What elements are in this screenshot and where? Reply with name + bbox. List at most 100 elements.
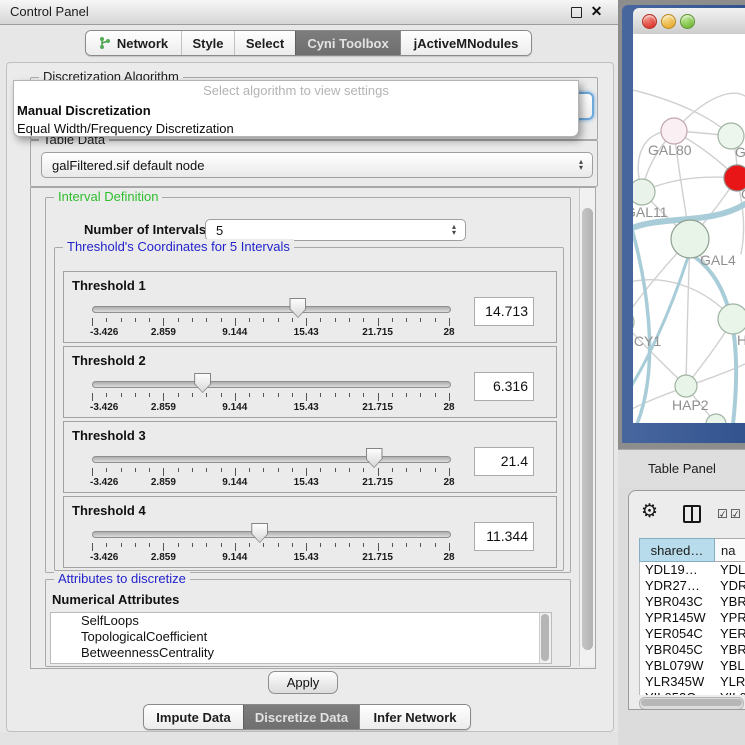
- control-panel-titlebar[interactable]: Control Panel ✕: [0, 0, 618, 25]
- threshold-value-field[interactable]: 21.4: [474, 447, 534, 476]
- tick-label: 2.859: [151, 477, 176, 488]
- tick-mark: [278, 318, 279, 322]
- minimize-traffic-light-icon[interactable]: [661, 14, 676, 29]
- table-row[interactable]: YIL052CYIL0: [640, 690, 745, 695]
- scrollbar-thumb[interactable]: [582, 208, 593, 650]
- tick-mark: [121, 393, 122, 397]
- scrollbar-thumb[interactable]: [641, 699, 742, 706]
- cell-name[interactable]: YER0: [714, 626, 745, 642]
- tick-mark: [306, 318, 307, 326]
- popup-item-manual-discretization[interactable]: Manual Discretization: [14, 102, 578, 120]
- tab-style[interactable]: Style: [181, 31, 234, 55]
- control-panel-window: Control Panel ✕ Network Style Select Cyn…: [0, 0, 618, 732]
- network-node[interactable]: [675, 375, 697, 397]
- tick-mark: [121, 468, 122, 472]
- network-node[interactable]: [661, 118, 687, 144]
- cell-shared-name[interactable]: YBR043C: [640, 594, 714, 610]
- split-columns-icon[interactable]: [683, 505, 701, 523]
- cell-name[interactable]: YDR2: [714, 578, 745, 594]
- vertical-scrollbar[interactable]: [579, 188, 595, 666]
- tab-discretize-data[interactable]: Discretize Data: [243, 705, 359, 729]
- table-row[interactable]: YDR27…YDR2: [640, 578, 745, 594]
- tick-mark: [121, 543, 122, 547]
- tab-cyni-toolbox[interactable]: Cyni Toolbox: [295, 31, 400, 55]
- cell-shared-name[interactable]: YIL052C: [640, 690, 714, 695]
- column-header-shared-name[interactable]: shared…: [639, 538, 715, 562]
- tab-select[interactable]: Select: [234, 31, 295, 55]
- cell-shared-name[interactable]: YDL19…: [640, 562, 714, 578]
- network-node[interactable]: [718, 304, 745, 334]
- tab-network[interactable]: Network: [86, 31, 181, 55]
- network-edge[interactable]: [633, 206, 650, 423]
- threshold-value-field[interactable]: 6.316: [474, 372, 534, 401]
- threshold-value-field[interactable]: 14.713: [474, 297, 534, 326]
- slider-track[interactable]: [92, 381, 451, 388]
- tick-label: 28: [443, 327, 454, 338]
- slider-track[interactable]: [92, 456, 451, 463]
- threshold-label: Threshold 1: [72, 278, 146, 293]
- checkbox-icon[interactable]: ☑: [717, 507, 728, 521]
- checkbox-icon[interactable]: ☑: [730, 507, 741, 521]
- cell-shared-name[interactable]: YER054C: [640, 626, 714, 642]
- zoom-traffic-light-icon[interactable]: [680, 14, 695, 29]
- table-row[interactable]: YBL079WYBL0: [640, 658, 745, 674]
- network-node[interactable]: [633, 310, 634, 334]
- tab-infer-network[interactable]: Infer Network: [359, 705, 470, 729]
- cell-name[interactable]: YPR1: [714, 610, 745, 626]
- tab-jactivemnodules[interactable]: jActiveMNodules: [400, 31, 531, 55]
- slider-handle[interactable]: [366, 448, 383, 468]
- table-row[interactable]: YBR043CYBR0: [640, 594, 745, 610]
- network-node[interactable]: [633, 179, 655, 205]
- horizontal-scrollbar[interactable]: [639, 697, 744, 710]
- table-panel-titlebar[interactable]: Table Panel: [618, 449, 745, 488]
- float-window-icon[interactable]: [571, 7, 582, 18]
- threshold-value-field[interactable]: 11.344: [474, 522, 534, 551]
- table-data-combobox[interactable]: galFiltered.sif default node ▴▾: [41, 152, 593, 178]
- cell-name[interactable]: YIL0: [714, 690, 745, 695]
- tick-mark: [235, 393, 236, 401]
- column-header-name[interactable]: na: [715, 538, 745, 562]
- table-row[interactable]: YBR045CYBR0: [640, 642, 745, 658]
- network-window-titlebar[interactable]: [633, 8, 745, 35]
- list-item[interactable]: BetweennessCentrality: [51, 645, 551, 661]
- close-traffic-light-icon[interactable]: [642, 14, 657, 29]
- apply-button[interactable]: Apply: [268, 671, 338, 694]
- network-canvas[interactable]: GAL80GACGAL11GAL4GCY1HHAP2: [633, 34, 745, 423]
- tick-mark: [320, 318, 321, 322]
- slider-handle[interactable]: [289, 298, 306, 318]
- table-row[interactable]: YER054CYER0: [640, 626, 745, 642]
- num-intervals-combobox[interactable]: 5 ▴▾: [205, 219, 466, 241]
- close-window-icon[interactable]: ✕: [589, 4, 604, 19]
- list-item[interactable]: SelfLoops: [51, 613, 551, 629]
- network-node-label: H: [737, 332, 745, 348]
- tick-mark: [263, 318, 264, 322]
- cell-shared-name[interactable]: YDR27…: [640, 578, 714, 594]
- tick-label: 28: [443, 477, 454, 488]
- cell-shared-name[interactable]: YLR345W: [640, 674, 714, 690]
- cell-name[interactable]: YLR3: [714, 674, 745, 690]
- slider-handle[interactable]: [251, 523, 268, 543]
- tick-label: 9.144: [222, 552, 247, 563]
- table-panel-window: ⚙ ☑ ☑ shared… na YDL19…YDL1YDR27…YDR2YBR…: [628, 490, 745, 710]
- cell-name[interactable]: YBL0: [714, 658, 745, 674]
- combobox-value: 5: [216, 223, 223, 238]
- cell-name[interactable]: YDL1: [714, 562, 745, 578]
- cell-shared-name[interactable]: YBR045C: [640, 642, 714, 658]
- table-row[interactable]: YPR145WYPR1: [640, 610, 745, 626]
- slider-track[interactable]: [92, 306, 451, 313]
- cell-name[interactable]: YBR0: [714, 594, 745, 610]
- table-row[interactable]: YLR345WYLR3: [640, 674, 745, 690]
- list-vertical-scrollbar[interactable]: [539, 613, 551, 663]
- cell-shared-name[interactable]: YBL079W: [640, 658, 714, 674]
- slider-track[interactable]: [92, 531, 451, 538]
- cell-name[interactable]: YBR0: [714, 642, 745, 658]
- popup-item-equal-width-frequency[interactable]: Equal Width/Frequency Discretization: [14, 120, 578, 138]
- list-item[interactable]: TopologicalCoefficient: [51, 629, 551, 645]
- network-edge[interactable]: [642, 177, 737, 192]
- cell-shared-name[interactable]: YPR145W: [640, 610, 714, 626]
- scrollbar-thumb[interactable]: [541, 614, 549, 661]
- tab-impute-data[interactable]: Impute Data: [144, 705, 243, 729]
- slider-handle[interactable]: [194, 373, 211, 393]
- table-row[interactable]: YDL19…YDL1: [640, 562, 745, 578]
- settings-gear-icon[interactable]: ⚙: [641, 502, 658, 522]
